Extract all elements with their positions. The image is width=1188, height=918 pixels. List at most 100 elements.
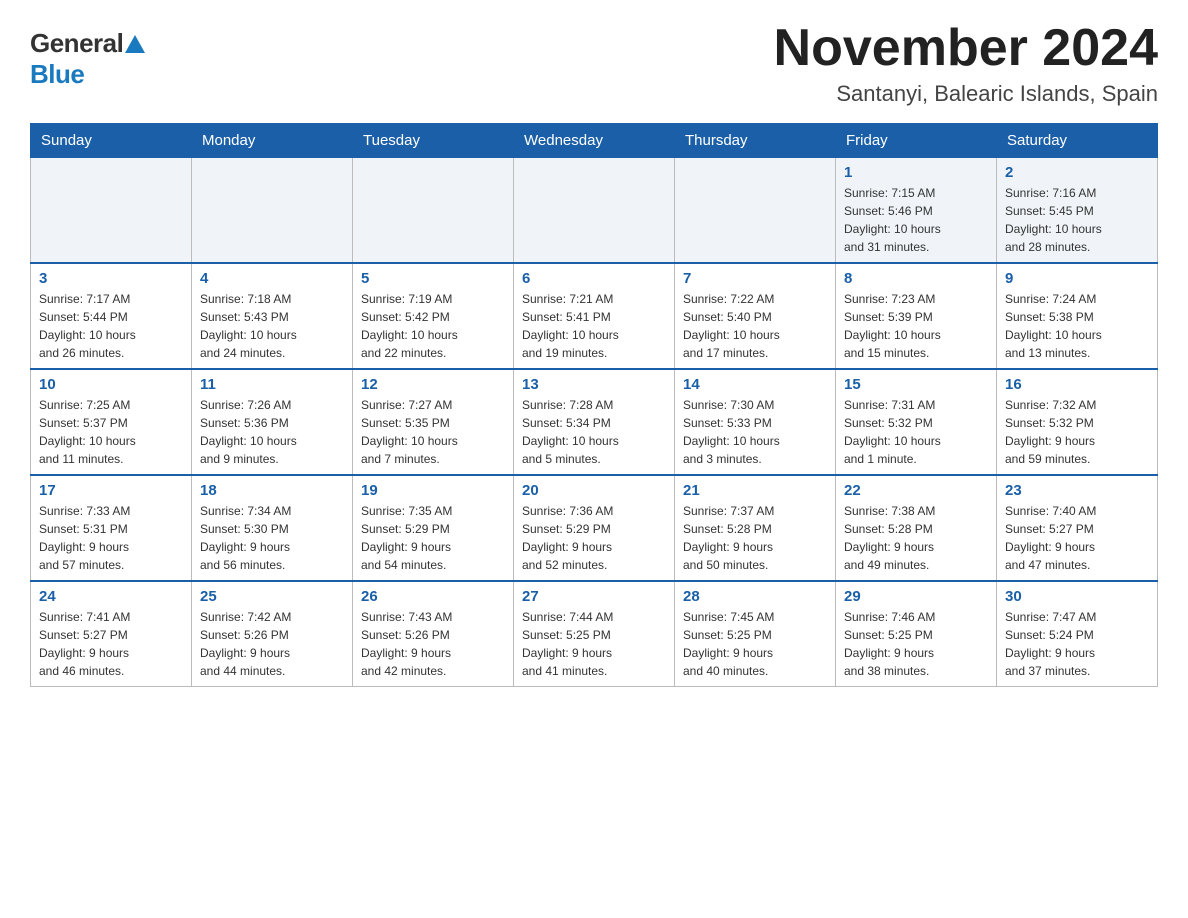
day-info: Sunrise: 7:36 AM Sunset: 5:29 PM Dayligh… [522, 502, 666, 574]
day-info: Sunrise: 7:46 AM Sunset: 5:25 PM Dayligh… [844, 608, 988, 680]
day-info: Sunrise: 7:37 AM Sunset: 5:28 PM Dayligh… [683, 502, 827, 574]
day-number: 24 [39, 588, 183, 605]
calendar-cell: 11 Sunrise: 7:26 AM Sunset: 5:36 PM Dayli… [192, 369, 353, 475]
day-number: 11 [200, 376, 344, 393]
day-number: 19 [361, 482, 505, 499]
calendar-table: SundayMondayTuesdayWednesdayThursdayFrid… [30, 123, 1158, 687]
weekday-header-wednesday: Wednesday [514, 124, 675, 158]
calendar-cell: 28Sunrise: 7:45 AM Sunset: 5:25 PM Dayli… [675, 581, 836, 687]
day-info: Sunrise: 7:21 AM Sunset: 5:41 PM Dayligh… [522, 290, 666, 362]
calendar-cell: 3 Sunrise: 7:17 AM Sunset: 5:44 PM Daylig… [31, 263, 192, 369]
calendar-cell: 30Sunrise: 7:47 AM Sunset: 5:24 PM Dayli… [997, 581, 1158, 687]
day-info: Sunrise: 7:22 AM Sunset: 5:40 PM Dayligh… [683, 290, 827, 362]
day-info: Sunrise: 7:23 AM Sunset: 5:39 PM Dayligh… [844, 290, 988, 362]
logo-general-text: General [30, 28, 123, 58]
day-number: 3 [39, 270, 183, 287]
calendar-cell: 24 Sunrise: 7:41 AM Sunset: 5:27 PM Dayli… [31, 581, 192, 687]
day-number: 13 [522, 376, 666, 393]
calendar-cell: 14 Sunrise: 7:30 AM Sunset: 5:33 PM Dayli… [675, 369, 836, 475]
day-info: Sunrise: 7:28 AM Sunset: 5:34 PM Dayligh… [522, 396, 666, 468]
day-number: 1 [844, 164, 988, 181]
logo-triangle-icon [125, 35, 145, 53]
day-number: 5 [361, 270, 505, 287]
calendar-cell: 27 Sunrise: 7:44 AM Sunset: 5:25 PM Dayli… [514, 581, 675, 687]
day-info: Sunrise: 7:27 AM Sunset: 5:35 PM Dayligh… [361, 396, 505, 468]
day-info: Sunrise: 7:24 AM Sunset: 5:38 PM Dayligh… [1005, 290, 1149, 362]
day-number: 29 [844, 588, 988, 605]
calendar-cell: 21 Sunrise: 7:37 AM Sunset: 5:28 PM Dayli… [675, 475, 836, 581]
day-info: Sunrise: 7:17 AM Sunset: 5:44 PM Dayligh… [39, 290, 183, 362]
day-number: 7 [683, 270, 827, 287]
calendar-cell: 16 Sunrise: 7:32 AM Sunset: 5:32 PM Dayli… [997, 369, 1158, 475]
day-info: Sunrise: 7:31 AM Sunset: 5:32 PM Dayligh… [844, 396, 988, 468]
calendar-cell: 7 Sunrise: 7:22 AM Sunset: 5:40 PM Daylig… [675, 263, 836, 369]
calendar-cell [31, 158, 192, 264]
calendar-cell: 19 Sunrise: 7:35 AM Sunset: 5:29 PM Dayli… [353, 475, 514, 581]
day-info: Sunrise: 7:15 AM Sunset: 5:46 PM Dayligh… [844, 184, 988, 256]
location-title: Santanyi, Balearic Islands, Spain [774, 81, 1158, 107]
day-number: 12 [361, 376, 505, 393]
day-number: 2 [1005, 164, 1149, 181]
day-number: 6 [522, 270, 666, 287]
day-number: 18 [200, 482, 344, 499]
day-info: Sunrise: 7:32 AM Sunset: 5:32 PM Dayligh… [1005, 396, 1149, 468]
day-info: Sunrise: 7:25 AM Sunset: 5:37 PM Dayligh… [39, 396, 183, 468]
calendar-cell: 6 Sunrise: 7:21 AM Sunset: 5:41 PM Daylig… [514, 263, 675, 369]
day-number: 28 [683, 588, 827, 605]
weekday-header-thursday: Thursday [675, 124, 836, 158]
day-info: Sunrise: 7:40 AM Sunset: 5:27 PM Dayligh… [1005, 502, 1149, 574]
calendar-cell: 9 Sunrise: 7:24 AM Sunset: 5:38 PM Daylig… [997, 263, 1158, 369]
day-info: Sunrise: 7:41 AM Sunset: 5:27 PM Dayligh… [39, 608, 183, 680]
calendar-cell: 15 Sunrise: 7:31 AM Sunset: 5:32 PM Dayli… [836, 369, 997, 475]
day-number: 9 [1005, 270, 1149, 287]
day-number: 20 [522, 482, 666, 499]
day-info: Sunrise: 7:44 AM Sunset: 5:25 PM Dayligh… [522, 608, 666, 680]
day-number: 14 [683, 376, 827, 393]
day-info: Sunrise: 7:47 AM Sunset: 5:24 PM Dayligh… [1005, 608, 1149, 680]
day-number: 22 [844, 482, 988, 499]
calendar-week-row: 17Sunrise: 7:33 AM Sunset: 5:31 PM Dayli… [31, 475, 1158, 581]
day-number: 27 [522, 588, 666, 605]
day-info: Sunrise: 7:38 AM Sunset: 5:28 PM Dayligh… [844, 502, 988, 574]
day-info: Sunrise: 7:30 AM Sunset: 5:33 PM Dayligh… [683, 396, 827, 468]
day-info: Sunrise: 7:33 AM Sunset: 5:31 PM Dayligh… [39, 502, 183, 574]
calendar-cell [353, 158, 514, 264]
day-info: Sunrise: 7:35 AM Sunset: 5:29 PM Dayligh… [361, 502, 505, 574]
calendar-week-row: 3 Sunrise: 7:17 AM Sunset: 5:44 PM Daylig… [31, 263, 1158, 369]
calendar-cell: 23Sunrise: 7:40 AM Sunset: 5:27 PM Dayli… [997, 475, 1158, 581]
day-info: Sunrise: 7:43 AM Sunset: 5:26 PM Dayligh… [361, 608, 505, 680]
calendar-cell: 25 Sunrise: 7:42 AM Sunset: 5:26 PM Dayli… [192, 581, 353, 687]
calendar-header-row: SundayMondayTuesdayWednesdayThursdayFrid… [31, 124, 1158, 158]
day-info: Sunrise: 7:26 AM Sunset: 5:36 PM Dayligh… [200, 396, 344, 468]
day-info: Sunrise: 7:18 AM Sunset: 5:43 PM Dayligh… [200, 290, 344, 362]
calendar-cell: 1 Sunrise: 7:15 AM Sunset: 5:46 PM Daylig… [836, 158, 997, 264]
day-number: 25 [200, 588, 344, 605]
calendar-cell: 12 Sunrise: 7:27 AM Sunset: 5:35 PM Dayli… [353, 369, 514, 475]
day-number: 15 [844, 376, 988, 393]
calendar-week-row: 10Sunrise: 7:25 AM Sunset: 5:37 PM Dayli… [31, 369, 1158, 475]
logo-blue-text: Blue [30, 59, 84, 90]
calendar-cell: 13 Sunrise: 7:28 AM Sunset: 5:34 PM Dayli… [514, 369, 675, 475]
calendar-cell [514, 158, 675, 264]
day-number: 4 [200, 270, 344, 287]
day-info: Sunrise: 7:34 AM Sunset: 5:30 PM Dayligh… [200, 502, 344, 574]
calendar-cell: 17Sunrise: 7:33 AM Sunset: 5:31 PM Dayli… [31, 475, 192, 581]
day-info: Sunrise: 7:42 AM Sunset: 5:26 PM Dayligh… [200, 608, 344, 680]
day-number: 8 [844, 270, 988, 287]
weekday-header-sunday: Sunday [31, 124, 192, 158]
calendar-cell: 18 Sunrise: 7:34 AM Sunset: 5:30 PM Dayli… [192, 475, 353, 581]
calendar-cell [192, 158, 353, 264]
weekday-header-monday: Monday [192, 124, 353, 158]
calendar-cell: 20 Sunrise: 7:36 AM Sunset: 5:29 PM Dayli… [514, 475, 675, 581]
calendar-cell [675, 158, 836, 264]
weekday-header-tuesday: Tuesday [353, 124, 514, 158]
calendar-cell: 5Sunrise: 7:19 AM Sunset: 5:42 PM Daylig… [353, 263, 514, 369]
weekday-header-friday: Friday [836, 124, 997, 158]
day-number: 26 [361, 588, 505, 605]
calendar-cell: 29 Sunrise: 7:46 AM Sunset: 5:25 PM Dayli… [836, 581, 997, 687]
day-number: 21 [683, 482, 827, 499]
calendar-week-row: 24 Sunrise: 7:41 AM Sunset: 5:27 PM Dayli… [31, 581, 1158, 687]
calendar-cell: 26 Sunrise: 7:43 AM Sunset: 5:26 PM Dayli… [353, 581, 514, 687]
weekday-header-saturday: Saturday [997, 124, 1158, 158]
day-number: 16 [1005, 376, 1149, 393]
